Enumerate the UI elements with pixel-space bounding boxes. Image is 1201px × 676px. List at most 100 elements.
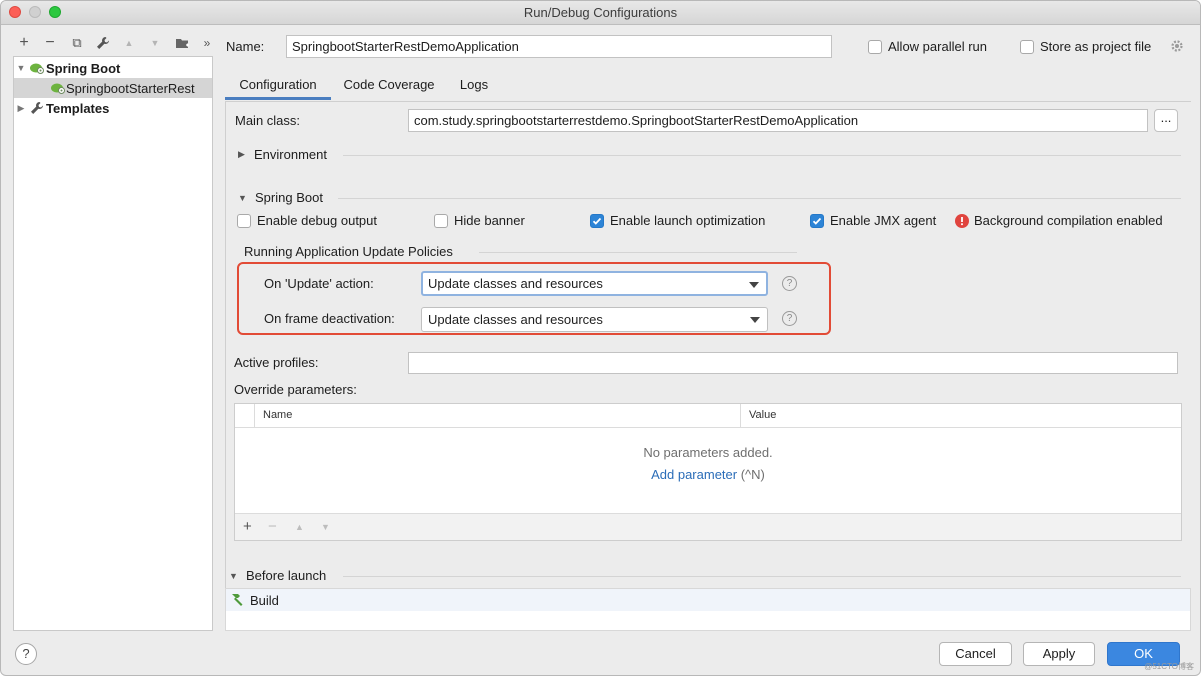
table-header: Name Value	[235, 404, 1181, 428]
move-row-up-button[interactable]: ▲	[295, 522, 304, 532]
checkmark-icon	[812, 217, 822, 225]
new-folder-button[interactable]	[173, 33, 191, 53]
allow-parallel-run-label: Allow parallel run	[888, 39, 987, 54]
browse-main-class-button[interactable]: ...	[1154, 109, 1178, 132]
main-class-input[interactable]: com.study.springbootstarterrestdemo.Spri…	[408, 109, 1148, 132]
error-icon	[955, 213, 969, 228]
tree-item-springboot-starter-rest[interactable]: SpringbootStarterRest	[14, 78, 212, 98]
enable-debug-output-checkbox[interactable]: Enable debug output	[237, 213, 377, 228]
dropdown-arrow-icon	[749, 282, 759, 288]
help-button[interactable]: ?	[15, 643, 37, 665]
allow-parallel-run-checkbox[interactable]: Allow parallel run	[868, 39, 987, 54]
watermark: @51CTO博客	[1144, 662, 1194, 671]
enable-launch-optimization-label: Enable launch optimization	[610, 213, 766, 228]
minus-icon: −	[45, 34, 55, 51]
checkbox-box[interactable]	[810, 213, 824, 228]
column-header-name[interactable]: Name	[263, 409, 292, 421]
build-label: Build	[250, 592, 279, 608]
name-input[interactable]: SpringbootStarterRestDemoApplication	[286, 35, 832, 58]
main-class-label: Main class:	[235, 113, 301, 128]
update-action-select[interactable]: Update classes and resources	[421, 271, 768, 296]
enable-debug-output-label: Enable debug output	[257, 213, 377, 228]
tree-item-spring-boot[interactable]: ▼ Spring Boot	[14, 58, 212, 78]
section-divider	[338, 198, 1181, 199]
table-toolbar: + − ▲ ▼	[235, 513, 1181, 540]
update-action-value: Update classes and resources	[428, 276, 603, 291]
checkbox-box[interactable]	[1020, 39, 1034, 54]
chevron-down-icon: ▼	[229, 570, 238, 581]
run-debug-configurations-window: Run/Debug Configurations + − ⧉ ▲ ▼ » ▼ S…	[0, 0, 1201, 676]
background-compilation-warning: Background compilation enabled	[955, 213, 1163, 228]
move-down-button[interactable]: ▼	[146, 33, 164, 53]
enable-launch-optimization-checkbox[interactable]: Enable launch optimization	[590, 213, 765, 228]
dropdown-arrow-icon	[750, 317, 760, 323]
spring-boot-section-toggle[interactable]: ▼ Spring Boot	[238, 190, 323, 205]
before-launch-list: Build	[225, 588, 1191, 631]
store-as-project-file-checkbox[interactable]: Store as project file	[1020, 39, 1151, 54]
config-toolbar: + − ⧉ ▲ ▼ »	[13, 33, 213, 53]
double-chevron-right-icon: »	[203, 36, 211, 50]
help-icon[interactable]: ?	[782, 311, 797, 326]
override-parameters-table: Name Value No parameters added. Add para…	[234, 403, 1182, 541]
copy-configuration-button[interactable]: ⧉	[68, 33, 86, 53]
environment-section-toggle[interactable]: ▶ Environment	[238, 147, 327, 162]
spring-boot-config-icon	[50, 81, 66, 95]
spring-boot-icon	[28, 61, 46, 75]
remove-configuration-button[interactable]: −	[41, 33, 59, 53]
environment-section-label: Environment	[254, 147, 327, 162]
chevron-down-icon: ▼	[238, 192, 247, 203]
enable-jmx-agent-checkbox[interactable]: Enable JMX agent	[810, 213, 936, 228]
chevron-down-icon[interactable]: ▼	[14, 63, 28, 73]
add-parameter-row: Add parameter (^N)	[235, 467, 1181, 482]
move-up-button[interactable]: ▲	[120, 33, 138, 53]
checkbox-box[interactable]	[868, 39, 882, 54]
list-item-build[interactable]: Build	[226, 589, 1190, 611]
apply-button[interactable]: Apply	[1023, 642, 1095, 666]
checkmark-icon	[592, 217, 602, 225]
title-bar: Run/Debug Configurations	[1, 1, 1200, 25]
gear-icon[interactable]	[1170, 39, 1184, 56]
tab-logs[interactable]: Logs	[451, 71, 497, 100]
checkbox-box[interactable]	[590, 213, 604, 228]
enable-jmx-agent-label: Enable JMX agent	[830, 213, 937, 228]
more-actions-button[interactable]: »	[198, 33, 216, 53]
wrench-icon	[28, 101, 46, 115]
wrench-icon	[97, 37, 109, 49]
spring-boot-section-label: Spring Boot	[255, 190, 323, 205]
add-row-button[interactable]: +	[243, 518, 252, 535]
remove-row-button[interactable]: −	[268, 518, 277, 535]
folder-add-icon	[175, 38, 189, 48]
plus-icon: +	[19, 34, 29, 51]
checkbox-box[interactable]	[434, 213, 448, 228]
checkbox-box[interactable]	[237, 213, 251, 228]
help-icon[interactable]: ?	[782, 276, 797, 291]
add-configuration-button[interactable]: +	[15, 33, 33, 53]
tree-item-label: Spring Boot	[46, 60, 121, 76]
active-profiles-input[interactable]	[408, 352, 1178, 374]
add-parameter-link[interactable]: Add parameter	[651, 467, 737, 482]
hide-banner-checkbox[interactable]: Hide banner	[434, 213, 525, 228]
section-divider	[343, 155, 1181, 156]
frame-deactivation-select[interactable]: Update classes and resources	[421, 307, 768, 332]
arrow-down-icon: ▼	[150, 38, 160, 48]
hide-banner-label: Hide banner	[454, 213, 525, 228]
window-title: Run/Debug Configurations	[523, 5, 678, 20]
move-row-down-button[interactable]: ▼	[321, 522, 330, 532]
edit-templates-button[interactable]	[94, 33, 112, 53]
section-divider	[479, 252, 797, 253]
chevron-right-icon[interactable]: ▶	[14, 103, 28, 114]
column-header-value[interactable]: Value	[749, 409, 776, 421]
store-as-project-file-label: Store as project file	[1040, 39, 1152, 54]
update-policies-label: Running Application Update Policies	[244, 244, 453, 259]
tab-code-coverage[interactable]: Code Coverage	[335, 71, 443, 100]
frame-deactivation-value: Update classes and resources	[428, 312, 603, 327]
tree-item-templates[interactable]: ▶ Templates	[14, 98, 212, 118]
tree-item-label: Templates	[46, 100, 110, 116]
cancel-button[interactable]: Cancel	[939, 642, 1012, 666]
frame-deactivation-label: On frame deactivation:	[264, 311, 395, 326]
name-label: Name:	[226, 39, 265, 54]
configuration-tree: ▼ Spring Boot SpringbootStarterRest ▶ Te…	[13, 56, 213, 631]
before-launch-section-toggle[interactable]: ▼ Before launch	[229, 568, 326, 583]
active-profiles-label: Active profiles:	[234, 355, 319, 370]
tab-configuration[interactable]: Configuration	[225, 71, 331, 100]
